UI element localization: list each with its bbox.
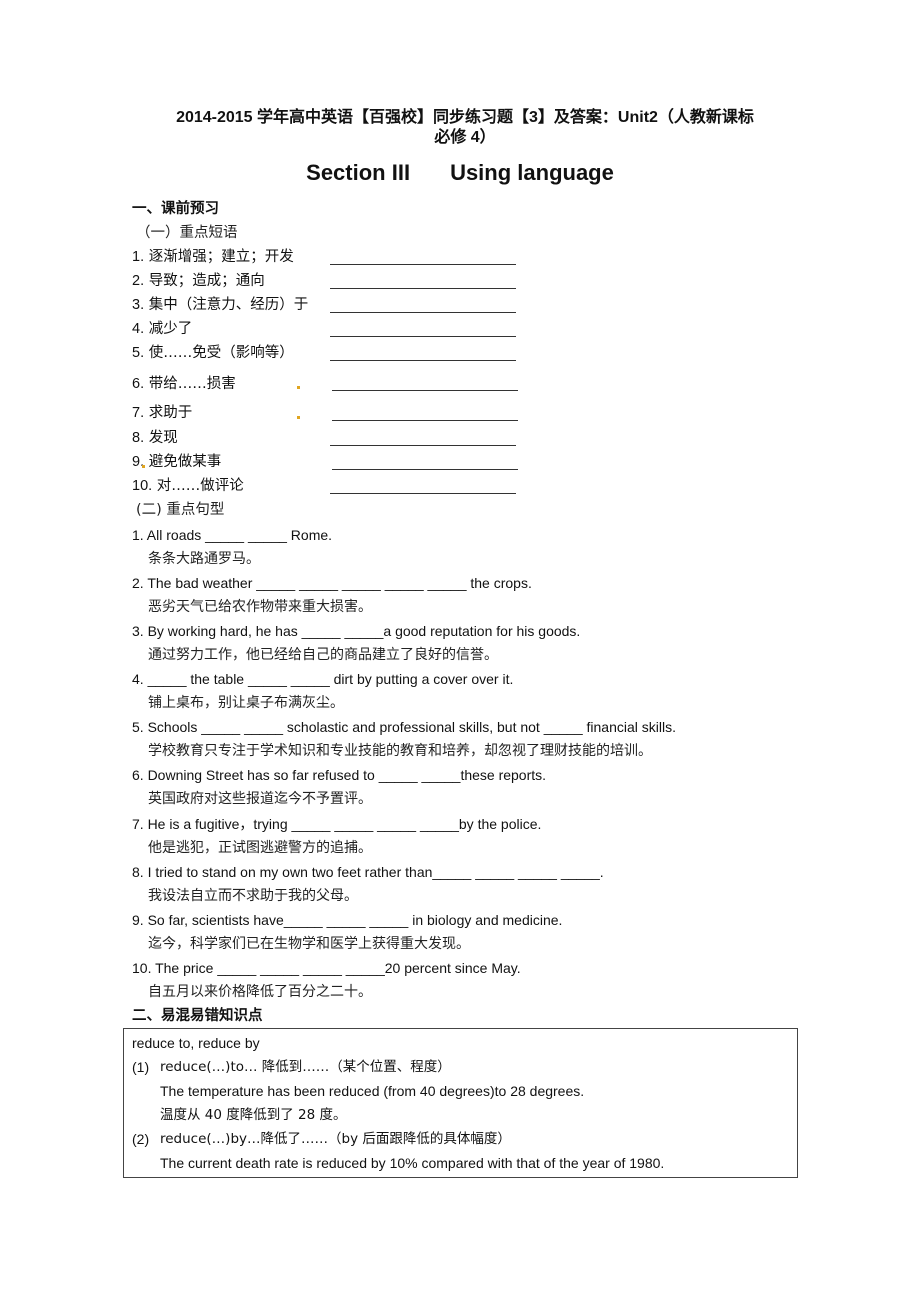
entry-example-chinese: 温度从 40 度降低到了 28 度。 — [160, 1107, 347, 1123]
knowledge-box: reduce to, reduce by (1) reduce(…)to… 降低… — [123, 1028, 798, 1178]
sentence-english: 7. He is a fugitive，trying _____ _____ _… — [132, 816, 542, 832]
sentence-chinese: 英国政府对这些报道迄今不予置评。 — [148, 791, 372, 807]
sentence-chinese: 我设法自立而不求助于我的父母。 — [148, 888, 358, 904]
phrase-item: 6. 带给……损害 — [132, 376, 236, 392]
entry-number: (2) — [132, 1131, 150, 1147]
sentence-english: 1. All roads _____ _____ Rome. — [132, 527, 333, 543]
sentence-english: 4. _____ the table _____ _____ dirt by p… — [132, 671, 514, 687]
sentence-chinese: 铺上桌布，别让桌子布满灰尘。 — [148, 695, 344, 711]
answer-blank[interactable] — [332, 390, 518, 391]
phrase-item: 1. 逐渐增强；建立；开发 — [132, 249, 294, 265]
entry-example-english: The temperature has been reduced (from 4… — [160, 1083, 585, 1099]
answer-blank[interactable] — [330, 288, 516, 289]
answer-blank[interactable] — [330, 360, 516, 361]
sentence-chinese: 条条大路通罗马。 — [148, 551, 260, 567]
section-label: Section III — [306, 160, 411, 185]
phrase-item: 10. 对……做评论 — [132, 478, 244, 494]
phrase-item: 3. 集中（注意力、经历）于 — [132, 297, 309, 313]
answer-blank[interactable] — [332, 420, 518, 421]
answer-blank[interactable] — [330, 264, 516, 265]
phrase-item: 8. 发现 — [132, 430, 178, 446]
title-line-1: 2014-2015 学年高中英语【百强校】同步练习题【3】及答案：Unit2（人… — [176, 109, 754, 126]
part1-heading: 一、课前预习 — [132, 201, 219, 217]
entry-usage: reduce(…)to… 降低到……（某个位置、程度） — [160, 1059, 451, 1075]
sentence-chinese: 迄今，科学家们已在生物学和医学上获得重大发现。 — [148, 936, 470, 952]
answer-blank[interactable] — [330, 336, 516, 337]
phrase-item: 2. 导致；造成；通向 — [132, 273, 265, 289]
phrase-item: 9. 避免做某事 — [132, 454, 222, 470]
stray-mark — [142, 465, 145, 468]
part2-heading: 二、易混易错知识点 — [132, 1008, 263, 1024]
sentence-english: 9. So far, scientists have_____ _____ __… — [132, 912, 563, 928]
sentence-chinese: 自五月以来价格降低了百分之二十。 — [148, 984, 372, 1000]
entry-usage: reduce(…)by…降低了……（by 后面跟降低的具体幅度） — [160, 1131, 511, 1147]
sentence-english: 10. The price _____ _____ _____ _____20 … — [132, 960, 521, 976]
stray-mark — [297, 386, 300, 389]
sentence-english: 8. I tried to stand on my own two feet r… — [132, 864, 604, 880]
sentence-chinese: 通过努力工作，他已经给自己的商品建立了良好的信誉。 — [148, 647, 498, 663]
section-name: Using language — [450, 160, 614, 185]
sentence-chinese: 他是逃犯，正试图逃避警方的追捕。 — [148, 840, 372, 856]
entry-example-english: The current death rate is reduced by 10%… — [160, 1155, 665, 1171]
sentence-english: 3. By working hard, he has _____ _____a … — [132, 623, 581, 639]
sentences-heading: (二) 重点句型 — [136, 502, 225, 518]
document-title: 2014-2015 学年高中英语【百强校】同步练习题【3】及答案：Unit2（人… — [120, 108, 810, 148]
phrase-item: 4. 减少了 — [132, 321, 193, 337]
box-title: reduce to, reduce by — [132, 1035, 260, 1051]
answer-blank[interactable] — [330, 312, 516, 313]
answer-blank[interactable] — [330, 493, 516, 494]
phrase-item: 5. 使……免受（影响等） — [132, 345, 294, 361]
sentence-chinese: 学校教育只专注于学术知识和专业技能的教育和培养，却忽视了理财技能的培训。 — [148, 743, 652, 759]
sentence-chinese: 恶劣天气已给农作物带来重大损害。 — [148, 599, 372, 615]
title-line-2: 必修 4） — [434, 129, 496, 146]
phrase-item: 7. 求助于 — [132, 405, 193, 421]
sentence-english: 6. Downing Street has so far refused to … — [132, 767, 547, 783]
document-page: 2014-2015 学年高中英语【百强校】同步练习题【3】及答案：Unit2（人… — [0, 0, 920, 1302]
answer-blank[interactable] — [330, 445, 516, 446]
entry-number: (1) — [132, 1059, 150, 1075]
phrases-heading: （一）重点短语 — [136, 225, 238, 241]
sentence-english: 5. Schools _____ _____ scholastic and pr… — [132, 719, 676, 735]
stray-mark — [297, 416, 300, 419]
section-heading: Section III Using language — [120, 158, 800, 188]
answer-blank[interactable] — [332, 469, 518, 470]
sentence-english: 2. The bad weather _____ _____ _____ ___… — [132, 575, 532, 591]
